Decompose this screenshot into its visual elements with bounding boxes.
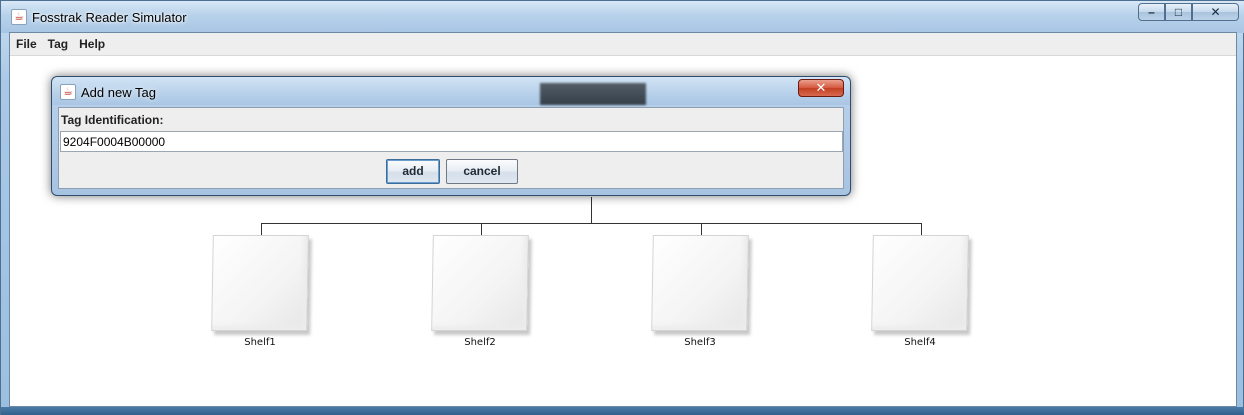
shelf-icon (871, 235, 969, 331)
java-cup-icon: ☕ (60, 84, 76, 100)
shelf-label: Shelf2 (464, 337, 496, 348)
tree-trunk-line (591, 197, 592, 224)
desktop-strip (1, 407, 1244, 415)
java-cup-icon: ☕ (11, 9, 27, 25)
add-tag-dialog: ☕ Add new Tag ✕ Tag Identification: add … (51, 76, 851, 196)
tree-drop-line-4 (921, 223, 922, 235)
menu-bar: File Tag Help (10, 33, 1236, 56)
cancel-button[interactable]: cancel (446, 159, 518, 184)
maximize-button[interactable]: □ (1165, 3, 1192, 21)
tree-drop-line-3 (701, 223, 702, 235)
window-title: Fosstrak Reader Simulator (32, 10, 187, 25)
tree-branch-line (261, 223, 922, 224)
shelf-label: Shelf1 (244, 337, 276, 348)
shelf-icon (431, 235, 529, 331)
shelf-label: Shelf4 (904, 337, 936, 348)
shelf-node[interactable]: Shelf4 (871, 235, 972, 355)
tree-drop-line-1 (261, 223, 262, 235)
window-controls: – □ ✕ (1138, 3, 1239, 21)
minimize-button[interactable]: – (1138, 3, 1165, 21)
close-button[interactable]: ✕ (1192, 3, 1239, 21)
shelf-node[interactable]: Shelf1 (211, 235, 312, 355)
shelf-icon (651, 235, 749, 331)
dialog-close-button[interactable]: ✕ (798, 79, 844, 97)
menu-file[interactable]: File (16, 37, 37, 51)
menu-help[interactable]: Help (79, 37, 105, 51)
shelf-node[interactable]: Shelf2 (431, 235, 532, 355)
shelf-icon (211, 235, 309, 331)
dialog-title-bar[interactable]: ☕ Add new Tag ✕ (52, 77, 850, 105)
main-window: ☕ Fosstrak Reader Simulator – □ ✕ File T… (0, 0, 1244, 415)
background-reflection (540, 83, 646, 105)
shelf-label: Shelf3 (684, 337, 716, 348)
shelf-node[interactable]: Shelf3 (651, 235, 752, 355)
dialog-body: Tag Identification: add cancel (58, 107, 844, 189)
tag-identification-label: Tag Identification: (61, 113, 164, 127)
dialog-title: Add new Tag (81, 85, 156, 100)
tree-drop-line-2 (481, 223, 482, 235)
add-button[interactable]: add (386, 159, 440, 184)
menu-tag[interactable]: Tag (48, 37, 68, 51)
tag-identification-input[interactable] (60, 131, 843, 152)
title-bar[interactable]: ☕ Fosstrak Reader Simulator – □ ✕ (1, 1, 1244, 33)
